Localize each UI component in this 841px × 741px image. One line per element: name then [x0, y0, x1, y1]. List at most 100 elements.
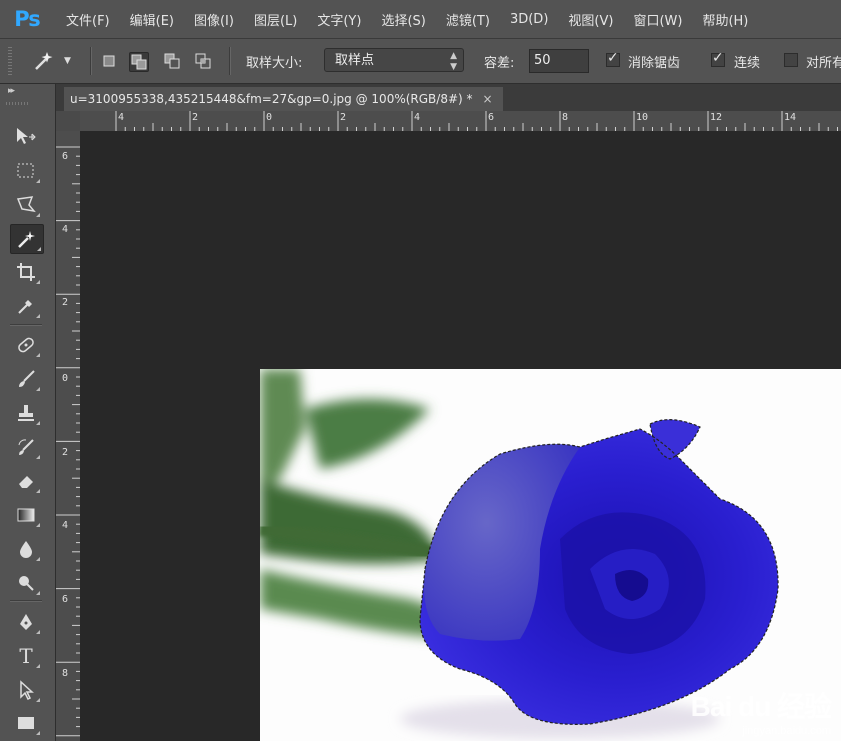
new-selection-icon — [103, 55, 115, 67]
path-selection-tool[interactable] — [10, 676, 42, 704]
menu-3d[interactable]: 3D(D) — [510, 12, 548, 27]
ruler-label: 2 — [62, 297, 69, 308]
baidu-logo: Bai du 经验 — [690, 691, 832, 722]
eyedropper-tool[interactable] — [10, 292, 42, 320]
clone-stamp-tool[interactable] — [10, 399, 42, 427]
ruler-label: 4 — [414, 112, 421, 123]
ruler-label: 2 — [340, 112, 347, 123]
ruler-label: 6 — [488, 112, 495, 123]
collapse-panel-icon[interactable]: ▸▸ — [8, 86, 15, 96]
ruler-label: 8 — [62, 668, 69, 679]
ruler-ticks — [56, 146, 80, 737]
baidu-watermark: Bai du 经验 jingyan.baidu.com — [690, 685, 832, 737]
lasso-tool[interactable] — [10, 191, 42, 219]
menu-window[interactable]: 窗口(W) — [633, 10, 682, 29]
magic-wand-tool[interactable] — [10, 224, 44, 254]
tolerance-input[interactable]: 50 — [529, 49, 589, 73]
drop-icon — [20, 541, 32, 558]
sample-all-layers-checkbox[interactable] — [784, 53, 798, 67]
menu-help[interactable]: 帮助(H) — [702, 10, 748, 29]
magic-wand-icon — [18, 231, 35, 248]
rectangle-icon — [18, 717, 34, 729]
menu-filter[interactable]: 滤镜(T) — [446, 10, 490, 29]
sample-size-value: 取样点 — [335, 53, 375, 68]
options-bar: ▼ 取样大小: 取样点 ▲▼ 容差: 50 消除锯齿 连续 对所有 — [0, 39, 841, 84]
menu-view[interactable]: 视图(V) — [568, 10, 613, 29]
divider — [90, 47, 92, 75]
tool-preset-picker[interactable]: ▼ — [30, 49, 80, 73]
rose-photo[interactable]: Bai du 经验 jingyan.baidu.com — [260, 369, 841, 741]
pen-icon — [20, 614, 32, 630]
brush-tool[interactable] — [10, 365, 42, 393]
toolbox-grip[interactable] — [6, 102, 28, 105]
select-arrows-icon: ▲ ▼ — [450, 51, 457, 72]
sample-size-select[interactable]: 取样点 ▲ ▼ — [324, 48, 464, 72]
ruler-label: 2 — [62, 447, 69, 458]
document-tab-bar: u=3100955338,435215448&fm=27&gp=0.jpg @ … — [56, 84, 841, 111]
blur-tool[interactable] — [10, 535, 42, 563]
type-tool[interactable]: T — [10, 642, 42, 670]
gradient-tool[interactable] — [10, 501, 42, 529]
menu-image[interactable]: 图像(I) — [194, 10, 234, 29]
pen-tool[interactable] — [10, 608, 42, 636]
sample-size-label: 取样大小: — [246, 56, 303, 71]
options-bar-grip[interactable] — [8, 47, 12, 75]
ruler-label: 6 — [62, 594, 69, 605]
move-tool[interactable] — [10, 122, 42, 150]
eraser-tool[interactable] — [10, 467, 42, 495]
menu-layer[interactable]: 图层(L) — [254, 10, 297, 29]
menu-edit[interactable]: 编辑(E) — [130, 10, 174, 29]
vertical-ruler[interactable]: 6 4 2 0 2 4 6 8 — [56, 131, 80, 741]
ruler-label: 4 — [62, 224, 69, 235]
document-title: u=3100955338,435215448&fm=27&gp=0.jpg @ … — [70, 92, 473, 106]
ruler-label: 12 — [710, 112, 723, 123]
intersect-selection-button[interactable] — [194, 52, 212, 70]
eraser-icon — [19, 476, 33, 488]
anti-alias-checkbox[interactable] — [606, 50, 620, 67]
rectangle-tool[interactable] — [10, 709, 42, 737]
healing-brush-tool[interactable] — [10, 331, 42, 359]
horizontal-ruler[interactable]: 4 2 0 2 4 6 8 10 12 14 — [80, 111, 841, 131]
history-brush-tool[interactable] — [10, 433, 42, 461]
contiguous-checkbox[interactable] — [711, 50, 725, 67]
bandage-icon — [18, 337, 34, 353]
new-selection-button[interactable] — [100, 52, 118, 70]
marquee-tool[interactable] — [10, 157, 42, 185]
anti-alias-label: 消除锯齿 — [628, 56, 681, 71]
document-canvas[interactable]: Bai du 经验 jingyan.baidu.com — [80, 131, 841, 741]
ruler-label: 0 — [62, 373, 69, 384]
document-tab[interactable]: u=3100955338,435215448&fm=27&gp=0.jpg @ … — [64, 87, 503, 111]
ruler-label: 4 — [118, 112, 125, 123]
ruler-label: 0 — [266, 112, 273, 123]
subtract-selection-icon — [164, 53, 180, 69]
add-selection-icon — [131, 54, 147, 70]
intersect-selection-icon — [195, 53, 211, 69]
magic-wand-icon — [35, 52, 53, 70]
ruler-origin[interactable] — [56, 111, 80, 131]
arrow-icon — [20, 680, 34, 700]
polygonal-lasso-icon — [16, 196, 36, 213]
crop-icon — [17, 263, 35, 281]
ruler-label: 14 — [784, 112, 797, 123]
menu-select[interactable]: 选择(S) — [381, 10, 425, 29]
ruler-label: 4 — [62, 520, 69, 531]
chevron-down-icon: ▼ — [64, 56, 71, 66]
toolbox-divider — [10, 600, 42, 602]
toolbox: ▸▸ T — [0, 84, 56, 741]
history-brush-icon — [18, 439, 34, 455]
add-to-selection-button[interactable] — [129, 52, 149, 72]
ruler-label: 2 — [192, 112, 199, 123]
sample-all-layers-label: 对所有 — [806, 56, 841, 71]
divider — [229, 47, 231, 75]
contiguous-label: 连续 — [734, 56, 761, 71]
dodge-icon — [19, 576, 34, 591]
subtract-from-selection-button[interactable] — [163, 52, 181, 70]
menu-type[interactable]: 文字(Y) — [317, 10, 361, 29]
baidu-url: jingyan.baidu.com — [742, 725, 831, 737]
close-icon[interactable]: × — [483, 92, 493, 106]
dodge-tool[interactable] — [10, 569, 42, 597]
photoshop-logo: Ps — [14, 7, 41, 31]
crop-tool[interactable] — [10, 258, 42, 286]
menu-file[interactable]: 文件(F) — [66, 10, 110, 29]
brush-icon — [19, 370, 35, 387]
